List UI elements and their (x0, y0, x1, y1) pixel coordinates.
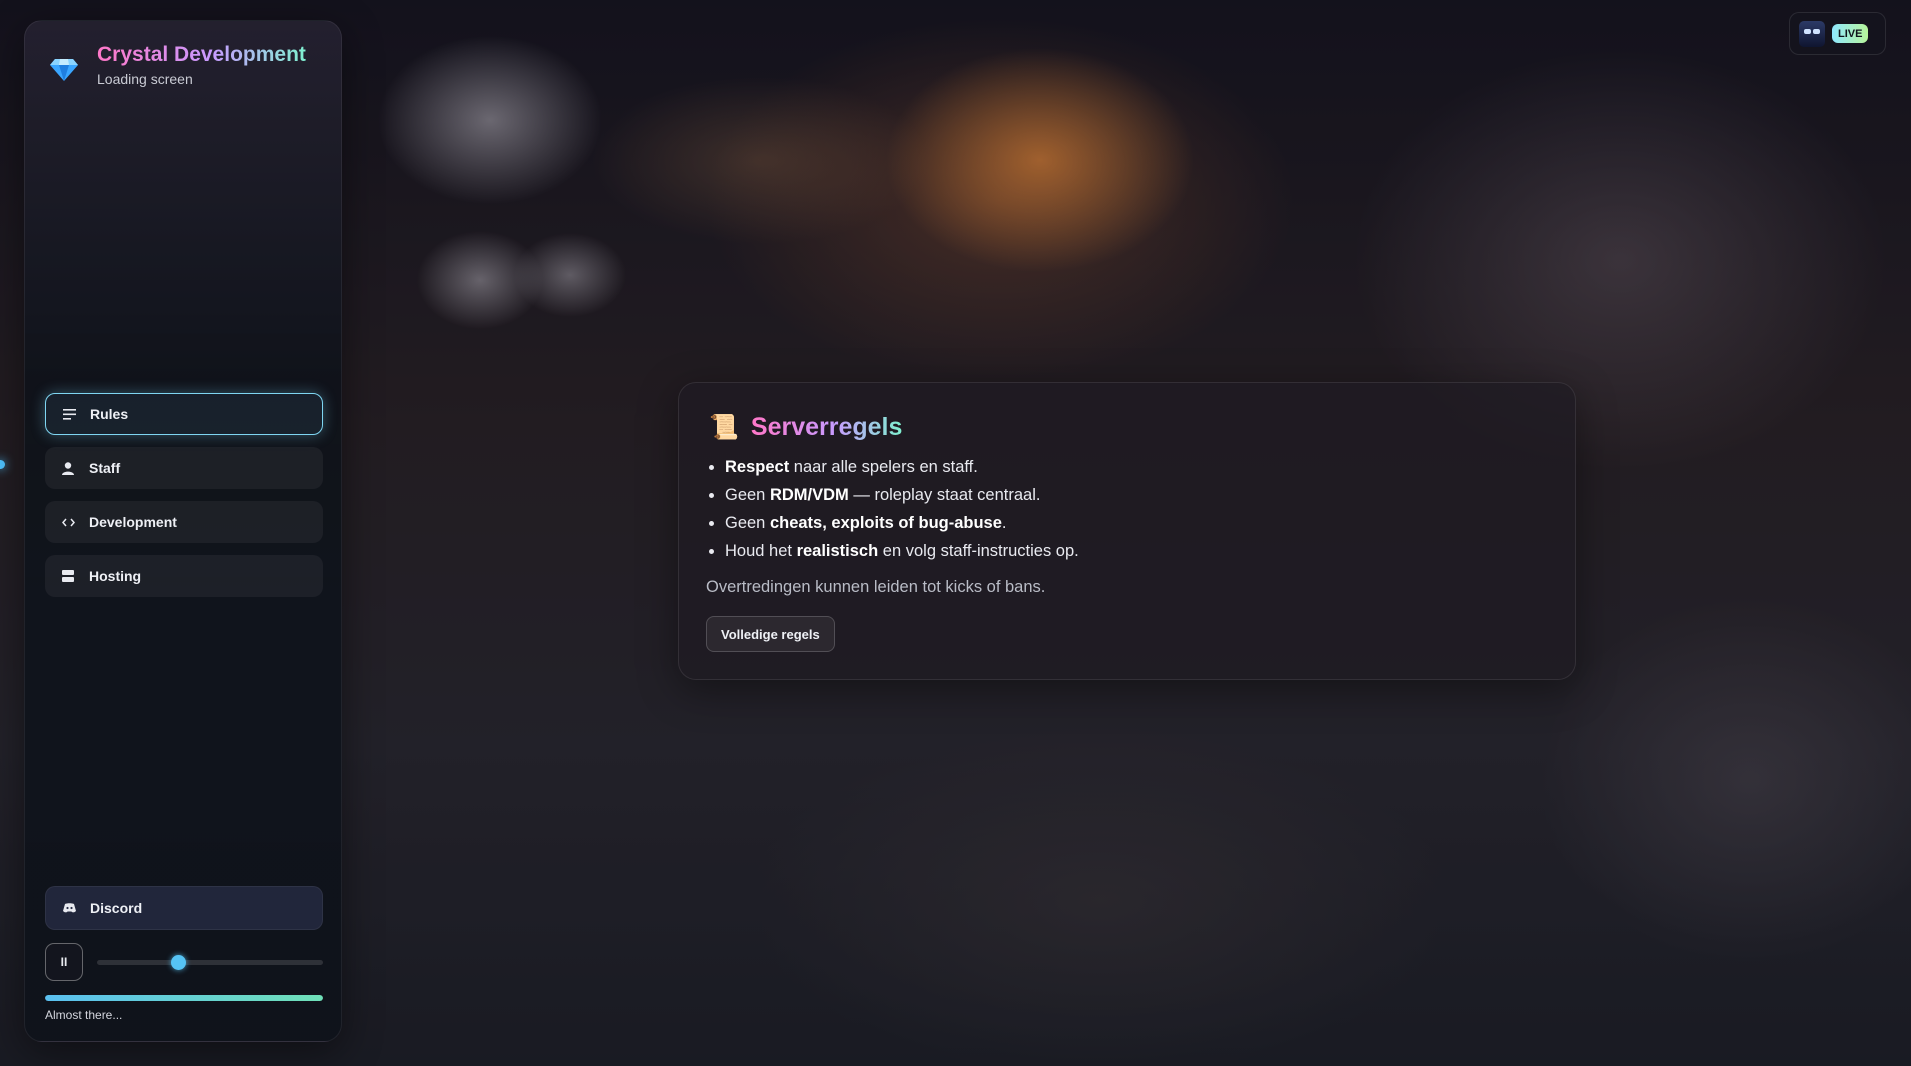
pause-button[interactable]: II (45, 943, 83, 981)
avatar (1799, 20, 1825, 47)
rules-card-header: 📜 Serverregels (709, 413, 902, 442)
sidebar: Crystal Development Loading screen Rules… (24, 20, 342, 1042)
brand: Crystal Development Loading screen (49, 43, 306, 87)
loading-status-text: Almost there... (45, 1008, 123, 1022)
user-icon (61, 461, 75, 475)
rule-item: Geen cheats, exploits of bug-abuse. (725, 509, 1079, 537)
sidebar-item-rules[interactable]: Rules (45, 393, 323, 435)
pause-icon: II (60, 955, 68, 969)
rule-item: Houd het realistisch en volg staff-instr… (725, 537, 1079, 565)
code-icon (61, 515, 75, 529)
sidebar-item-hosting[interactable]: Hosting (45, 555, 323, 597)
scroll-icon: 📜 (709, 413, 739, 441)
sidebar-item-label: Rules (90, 406, 129, 422)
rules-card-title: Serverregels (750, 413, 903, 441)
discord-button[interactable]: Discord (45, 886, 323, 930)
list-icon (62, 407, 76, 421)
server-icon (61, 569, 75, 583)
rules-card: 📜 Serverregels Respect naar alle spelers… (678, 382, 1576, 680)
rule-item: Respect naar alle spelers en staff. (725, 453, 1079, 481)
sidebar-item-label: Development (89, 514, 177, 530)
rules-note: Overtredingen kunnen leiden tot kicks of… (706, 578, 1046, 596)
rules-list: Respect naar alle spelers en staff. Geen… (706, 453, 1079, 565)
loading-progress-bar (45, 995, 323, 1001)
full-rules-button[interactable]: Volledige regels (706, 616, 835, 652)
volume-slider-thumb[interactable] (171, 955, 187, 970)
live-pill: LIVE (1832, 24, 1869, 43)
sidebar-nav: Rules Staff Development Hosting (45, 393, 323, 609)
volume-slider[interactable] (97, 955, 323, 970)
loading-progress-fill (45, 995, 323, 1001)
discord-icon (62, 901, 76, 915)
sidebar-item-staff[interactable]: Staff (45, 447, 323, 489)
diamond-icon (50, 59, 78, 81)
discord-label: Discord (90, 900, 143, 916)
app-title: Crystal Development (97, 43, 306, 66)
live-badge[interactable]: LIVE (1789, 12, 1886, 55)
sidebar-item-development[interactable]: Development (45, 501, 323, 543)
sidebar-item-label: Staff (89, 460, 121, 476)
app-subtitle: Loading screen (97, 71, 193, 87)
rule-item: Geen RDM/VDM — roleplay staat centraal. (725, 481, 1079, 509)
sidebar-item-label: Hosting (89, 568, 142, 584)
